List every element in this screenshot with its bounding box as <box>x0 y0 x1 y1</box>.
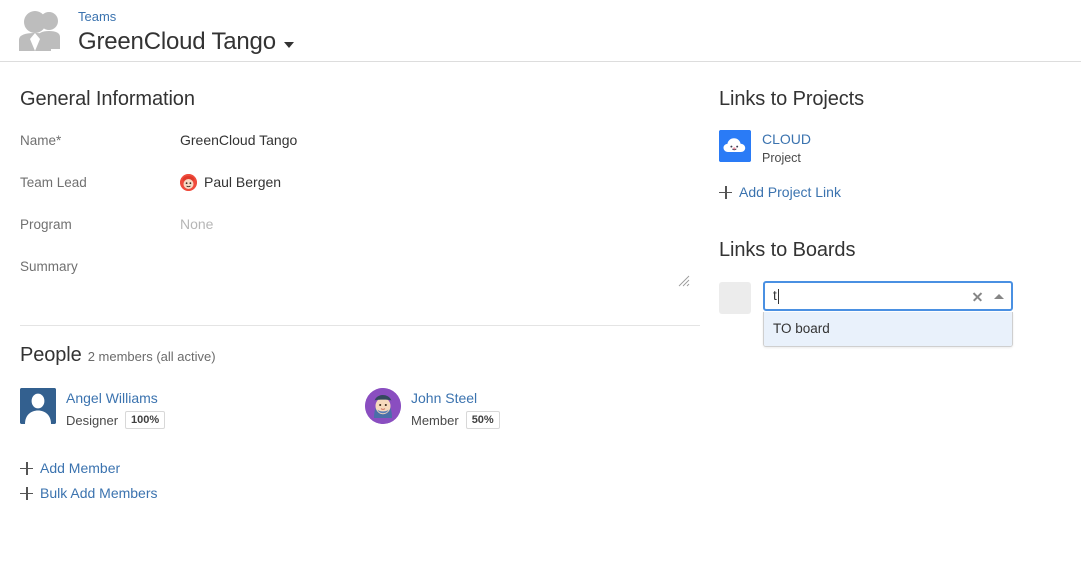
field-label-team-lead: Team Lead <box>20 172 180 193</box>
person-meta: Member 50% <box>411 411 500 429</box>
project-link-item[interactable]: CLOUD Project <box>719 130 1069 166</box>
field-label-summary: Summary <box>20 256 180 277</box>
field-value-name[interactable]: GreenCloud Tango <box>180 130 710 150</box>
combobox-actions <box>972 283 1004 309</box>
person-info: Angel Williams Designer 100% <box>66 388 165 429</box>
add-member-label: Add Member <box>40 457 120 479</box>
board-option-item[interactable]: TO board <box>764 312 1012 346</box>
bearded-person-avatar <box>365 388 401 424</box>
right-column: Links to Projects CLOUD Project Add Proj… <box>719 86 1069 314</box>
page-header: Teams GreenCloud Tango <box>0 0 1081 62</box>
person-name-link[interactable]: Angel Williams <box>66 389 165 407</box>
field-value-summary[interactable] <box>180 256 710 304</box>
field-label-program: Program <box>20 214 180 235</box>
plus-icon <box>719 186 732 199</box>
people-actions: Add Member Bulk Add Members <box>20 457 710 504</box>
field-label-name: Name* <box>20 130 180 151</box>
cloud-project-icon <box>719 130 751 162</box>
allocation-badge: 50% <box>466 411 500 429</box>
project-type-label: Project <box>762 150 811 166</box>
project-key-link[interactable]: CLOUD <box>762 130 811 148</box>
people-list: Angel Williams Designer 100% <box>20 388 710 445</box>
board-search-input-value: t <box>773 287 777 305</box>
board-thumbnail-placeholder <box>719 282 751 314</box>
general-information-heading: General Information <box>20 86 710 112</box>
links-to-projects-heading: Links to Projects <box>719 86 1069 112</box>
field-row-team-lead: Team Lead Paul Bergen <box>20 172 710 193</box>
person-info: John Steel Member 50% <box>411 388 500 429</box>
person-role: Member <box>411 413 459 428</box>
project-info: CLOUD Project <box>762 130 811 166</box>
field-row-summary: Summary <box>20 256 710 304</box>
board-combobox[interactable]: t TO board <box>763 281 1013 311</box>
field-row-program: Program None <box>20 214 710 235</box>
clear-x-icon[interactable] <box>972 291 983 302</box>
add-project-link-label: Add Project Link <box>739 181 841 203</box>
people-icon <box>13 9 71 53</box>
chevron-up-icon[interactable] <box>994 294 1004 299</box>
breadcrumb-teams[interactable]: Teams <box>78 9 116 25</box>
bulk-add-members-label: Bulk Add Members <box>40 482 158 504</box>
people-heading-text: People <box>20 344 82 366</box>
board-search-input[interactable]: t <box>763 281 1013 311</box>
left-column: General Information Name* GreenCloud Tan… <box>20 86 710 507</box>
field-value-team-lead[interactable]: Paul Bergen <box>180 172 710 192</box>
section-divider <box>20 325 700 326</box>
person-meta: Designer 100% <box>66 411 165 429</box>
person-name-link[interactable]: John Steel <box>411 389 500 407</box>
board-link-row: t TO board <box>719 281 1069 314</box>
field-value-program[interactable]: None <box>180 214 710 234</box>
team-lead-avatar <box>180 174 197 191</box>
team-lead-name: Paul Bergen <box>204 172 281 192</box>
board-options-dropdown[interactable]: TO board <box>763 312 1013 347</box>
plus-icon <box>20 462 33 475</box>
links-to-boards-heading: Links to Boards <box>719 237 1069 263</box>
plus-icon <box>20 487 33 500</box>
page-title-row[interactable]: GreenCloud Tango <box>78 27 294 57</box>
list-item[interactable]: Angel Williams Designer 100% <box>20 388 365 429</box>
field-row-name: Name* GreenCloud Tango <box>20 130 710 151</box>
people-member-count: 2 members (all active) <box>88 349 216 364</box>
add-project-link-button[interactable]: Add Project Link <box>719 181 1069 203</box>
text-cursor <box>778 289 779 304</box>
user-silhouette-avatar <box>20 388 56 424</box>
person-role: Designer <box>66 413 118 428</box>
allocation-badge: 100% <box>125 411 165 429</box>
list-item[interactable]: John Steel Member 50% <box>365 388 710 429</box>
page-title: GreenCloud Tango <box>78 27 276 57</box>
caret-down-icon[interactable] <box>284 42 294 48</box>
add-member-button[interactable]: Add Member <box>20 457 710 479</box>
textarea-resize-handle[interactable] <box>678 272 690 284</box>
bulk-add-members-button[interactable]: Bulk Add Members <box>20 482 710 504</box>
people-heading: People 2 members (all active) <box>20 342 710 370</box>
